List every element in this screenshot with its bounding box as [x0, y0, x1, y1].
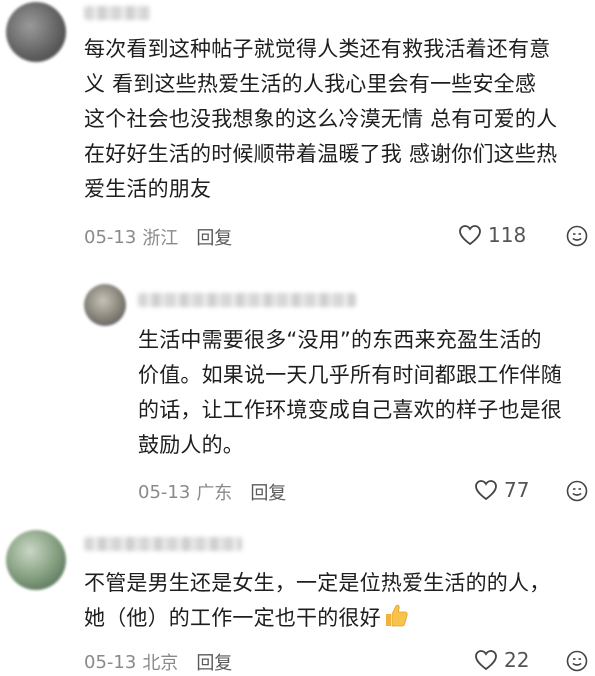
thumbs-up-emoji: [385, 604, 408, 627]
comment-location: 广东: [196, 483, 233, 504]
username[interactable]: [138, 293, 356, 307]
comment-text: 生活中需要很多“没用”的东西来充盈生活的 价值。如果说一天几乎所有时间都跟工作伴…: [138, 328, 562, 457]
comment-text: 每次看到这种帖子就觉得人类还有救我活着还有意 义 看到这些热爱生活的人我心里会有…: [84, 37, 558, 201]
heart-outline-icon: [475, 650, 497, 671]
heart-outline-icon: [475, 480, 497, 501]
avatar[interactable]: [6, 530, 66, 590]
react-button[interactable]: [566, 650, 588, 676]
comment-meta: 05-13 北京 回复: [84, 649, 232, 675]
comment-meta: 05-13 广东 回复: [138, 479, 286, 505]
reply-button[interactable]: 回复: [250, 479, 286, 505]
react-button[interactable]: [566, 225, 588, 251]
like-button[interactable]: 77: [474, 478, 529, 502]
like-count: 22: [504, 648, 530, 672]
heart-outline-icon: [459, 225, 481, 246]
username[interactable]: [84, 6, 150, 20]
comment-text-content: 不管是男生还是女生，一定是位热爱生活的的人， 她（他）的工作一定也干的很好: [84, 571, 551, 630]
like-button[interactable]: 22: [474, 648, 529, 672]
smiley-icon: [566, 225, 588, 247]
smiley-icon: [566, 650, 588, 672]
comment-location: 浙江: [142, 228, 179, 249]
comment-date: 05-13: [84, 651, 137, 673]
username[interactable]: [84, 537, 242, 551]
comment-location: 北京: [142, 653, 179, 674]
smiley-icon: [566, 480, 588, 502]
like-count: 118: [488, 223, 527, 247]
avatar[interactable]: [6, 2, 66, 62]
react-button[interactable]: [566, 480, 588, 506]
reply-button[interactable]: 回复: [196, 649, 232, 675]
comment-date: 05-13: [138, 481, 191, 503]
avatar[interactable]: [84, 284, 126, 326]
like-button[interactable]: 118: [458, 223, 526, 247]
reply-button[interactable]: 回复: [196, 224, 232, 250]
like-count: 77: [504, 478, 530, 502]
comment-meta: 05-13 浙江 回复: [84, 224, 232, 250]
comment-date: 05-13: [84, 226, 137, 248]
comment-text: 不管是男生还是女生，一定是位热爱生活的的人， 她（他）的工作一定也干的很好: [84, 566, 589, 636]
